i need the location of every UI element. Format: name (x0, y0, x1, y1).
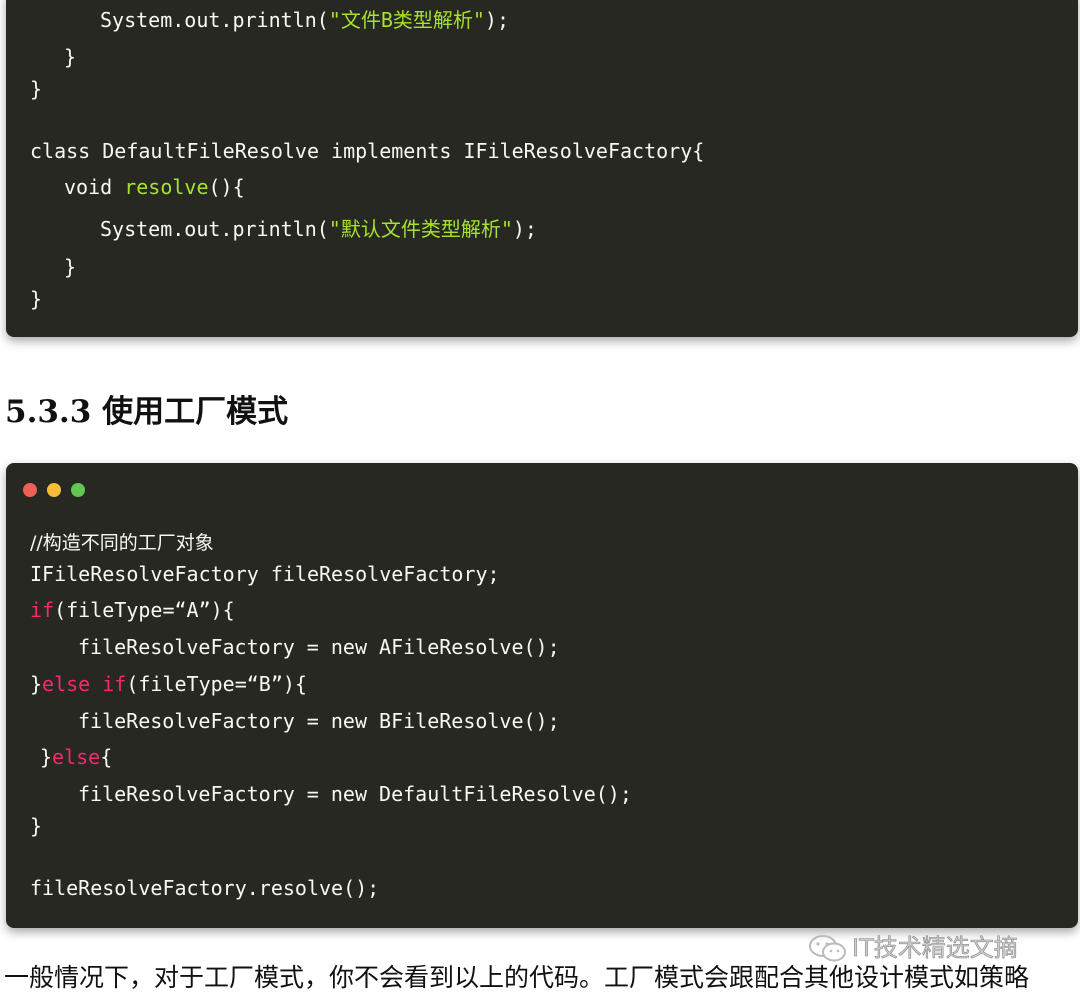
code-line: System.out.println("文件B类型解析"); (100, 8, 509, 32)
code-line: } (30, 77, 43, 101)
section-heading: 5.3.3 使用工厂模式 (5, 394, 289, 430)
code-line: class DefaultFileResolve implements IFil… (30, 139, 705, 163)
code-line: }else{ (40, 745, 113, 769)
code-line: }else if(fileType=“B”){ (30, 672, 307, 696)
code-line: } (64, 255, 77, 279)
code-line: fileResolveFactory = new AFileResolve(); (78, 635, 560, 659)
body-paragraph: 一般情况下，对于工厂模式，你不会看到以上的代码。工厂模式会跟配合其他设计模式如策… (4, 963, 1030, 992)
window-dot-red (23, 483, 37, 497)
code-line: } (30, 287, 43, 311)
code-line: fileResolveFactory = new DefaultFileReso… (78, 782, 632, 806)
code-line: } (64, 45, 77, 69)
code-line: fileResolveFactory = new BFileResolve(); (78, 709, 560, 733)
code-line: } (30, 814, 43, 838)
code-block-top (6, 0, 1078, 337)
code-line: if(fileType=“A”){ (30, 598, 235, 622)
code-line: void resolve(){ (64, 175, 245, 199)
wechat-icon (809, 935, 846, 962)
window-dot-yellow (47, 483, 61, 497)
code-line: IFileResolveFactory fileResolveFactory; (30, 562, 500, 586)
code-line: System.out.println("默认文件类型解析"); (100, 217, 537, 241)
window-dot-green (71, 483, 85, 497)
code-line: fileResolveFactory.resolve(); (30, 876, 380, 900)
watermark-text: IT技术精选文摘 (852, 934, 1018, 963)
code-comment: //构造不同的工厂对象 (30, 532, 214, 554)
